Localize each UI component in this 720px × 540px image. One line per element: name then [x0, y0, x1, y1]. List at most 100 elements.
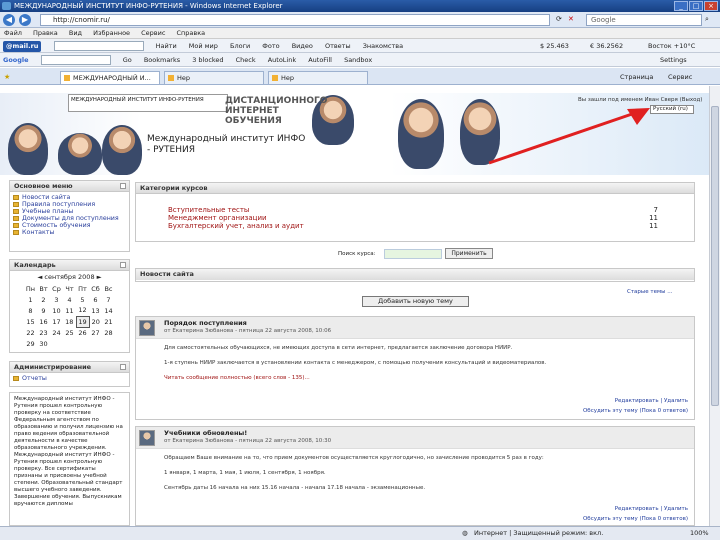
menu-help[interactable]: Справка — [177, 29, 206, 37]
author-avatar[interactable] — [139, 430, 155, 446]
google-logo[interactable]: Google — [3, 53, 29, 66]
calendar-day[interactable]: 25 — [63, 327, 76, 338]
menu-tools[interactable]: Сервис — [141, 29, 165, 37]
mailru-item-dating[interactable]: Знакомства — [363, 42, 403, 50]
calendar-day[interactable]: 30 — [37, 338, 50, 349]
zoom-level[interactable]: 100% — [690, 527, 709, 540]
weather[interactable]: Восток +10°C — [648, 39, 695, 52]
course-search-input[interactable] — [384, 249, 442, 259]
calendar-day[interactable]: 9 — [37, 305, 50, 316]
scroll-thumb[interactable] — [711, 106, 719, 406]
vertical-scrollbar[interactable] — [709, 86, 720, 526]
minimize-button[interactable]: _ — [674, 1, 688, 11]
mailru-item-video[interactable]: Видео — [292, 42, 313, 50]
calendar-day[interactable]: 6 — [89, 294, 102, 305]
refresh-icon[interactable]: ⟳ — [556, 15, 562, 23]
menu-favorites[interactable]: Избранное — [93, 29, 130, 37]
calendar-day[interactable]: 24 — [50, 327, 63, 338]
discuss-link[interactable]: Обсудить эту тему (Пока 0 ответов) — [583, 407, 688, 415]
mailru-search-input[interactable] — [53, 41, 144, 51]
calendar-day[interactable]: 17 — [50, 316, 63, 327]
calendar-day[interactable]: 14 — [102, 305, 115, 316]
calendar-day[interactable]: 18 — [63, 316, 76, 327]
calendar-day[interactable]: 3 — [50, 294, 63, 305]
calendar-day[interactable]: 5 — [76, 294, 89, 305]
google-autolink[interactable]: AutoLink — [268, 56, 296, 64]
calendar-day[interactable]: 12 — [76, 305, 89, 316]
google-blocked[interactable]: 3 blocked — [192, 56, 223, 64]
menu-view[interactable]: Вид — [69, 29, 82, 37]
maximize-button[interactable]: □ — [689, 1, 703, 11]
menu-edit[interactable]: Правка — [33, 29, 58, 37]
page-menu[interactable]: Страница — [620, 72, 653, 82]
calendar-day[interactable]: 28 — [102, 327, 115, 338]
close-button[interactable]: × — [704, 1, 718, 11]
menu-item-contacts[interactable]: Контакты — [10, 229, 129, 236]
tools-menu[interactable]: Сервис — [668, 72, 692, 82]
calendar-day[interactable]: 26 — [76, 327, 89, 338]
calendar-day[interactable]: 23 — [37, 327, 50, 338]
language-select[interactable]: Русский (ru) — [650, 105, 694, 114]
login-info[interactable]: Вы зашли под именем Иван Сверя (Выход) — [578, 97, 702, 103]
next-month-icon[interactable]: ► — [95, 273, 102, 281]
author-avatar[interactable] — [139, 320, 155, 336]
menu-item-news[interactable]: Новости сайта — [10, 194, 129, 201]
menu-item-plans[interactable]: Учебные планы — [10, 208, 129, 215]
collapse-icon[interactable] — [120, 364, 126, 370]
post-actions[interactable]: Редактировать | Удалить — [615, 505, 688, 513]
post-author[interactable]: от Екатерина Зюбанова - пятница 22 авгус… — [164, 328, 331, 335]
search-input[interactable]: Google — [586, 14, 702, 26]
favorites-star-icon[interactable]: ★ — [4, 73, 10, 81]
google-settings[interactable]: Settings — [660, 53, 687, 66]
post-actions[interactable]: Редактировать | Удалить — [615, 397, 688, 405]
security-zone[interactable]: Интернет | Защищенный режим: вкл. — [474, 527, 603, 540]
stop-icon[interactable]: ✕ — [568, 15, 574, 23]
course-accounting[interactable]: Бухгалтерский учет, анализ и аудит — [168, 222, 694, 230]
calendar-day[interactable]: 27 — [89, 327, 102, 338]
mailru-item-answers[interactable]: Ответы — [325, 42, 351, 50]
read-more-link[interactable]: Читать сообщение полностью (всего слов -… — [164, 373, 694, 384]
admin-item-reports[interactable]: Отчеты — [10, 375, 129, 382]
calendar-day[interactable]: 8 — [24, 305, 37, 316]
google-go-button[interactable]: Go — [123, 56, 132, 64]
calendar-day[interactable]: 16 — [37, 316, 50, 327]
older-topics-link[interactable]: Старые темы ... — [627, 289, 672, 295]
mailru-item-blogs[interactable]: Блоги — [230, 42, 250, 50]
forward-icon[interactable]: ▶ — [19, 14, 31, 26]
calendar-day[interactable]: 22 — [24, 327, 37, 338]
back-icon[interactable]: ◀ — [3, 14, 15, 26]
mailru-item-myworld[interactable]: Мой мир — [189, 42, 218, 50]
tab-3[interactable]: Hep — [268, 71, 368, 84]
url-input[interactable]: http://cnomir.ru/ — [40, 14, 550, 26]
calendar-day[interactable]: 20 — [89, 316, 102, 327]
post-author[interactable]: от Екатерина Зюбанова - пятница 22 авгус… — [164, 438, 331, 445]
calendar-day[interactable]: 10 — [50, 305, 63, 316]
discuss-link[interactable]: Обсудить эту тему (Пока 0 ответов) — [583, 515, 688, 523]
calendar-day[interactable]: 19 — [75, 315, 90, 328]
google-check[interactable]: Check — [236, 56, 256, 64]
calendar-day[interactable]: 2 — [37, 294, 50, 305]
menu-item-rules[interactable]: Правила поступления — [10, 201, 129, 208]
course-entrance-tests[interactable]: Вступительные тесты — [168, 206, 694, 214]
calendar-day[interactable]: 1 — [24, 294, 37, 305]
menu-item-documents[interactable]: Документы для поступления — [10, 215, 129, 222]
course-search-button[interactable]: Применить — [445, 248, 493, 259]
tab-2[interactable]: Hep — [164, 71, 264, 84]
calendar-day[interactable]: 11 — [63, 305, 76, 316]
google-search-input[interactable] — [40, 55, 111, 65]
menu-file[interactable]: Файл — [4, 29, 22, 37]
calendar-day[interactable]: 21 — [102, 316, 115, 327]
calendar-day[interactable]: 4 — [63, 294, 76, 305]
collapse-icon[interactable] — [120, 183, 126, 189]
course-management[interactable]: Менеджмент организации — [168, 214, 694, 222]
google-autofill[interactable]: AutoFill — [308, 56, 332, 64]
mailru-find-button[interactable]: Найти — [156, 42, 177, 50]
calendar-day[interactable]: 15 — [24, 316, 37, 327]
add-topic-button[interactable]: Добавить новую тему — [362, 296, 469, 307]
menu-item-cost[interactable]: Стоимость обучения — [10, 222, 129, 229]
collapse-icon[interactable] — [120, 262, 126, 268]
google-sandbox[interactable]: Sandbox — [344, 56, 372, 64]
mailru-item-photo[interactable]: Фото — [262, 42, 279, 50]
mailru-logo[interactable]: @mail.ru — [3, 41, 42, 52]
calendar-day[interactable]: 29 — [24, 338, 37, 349]
